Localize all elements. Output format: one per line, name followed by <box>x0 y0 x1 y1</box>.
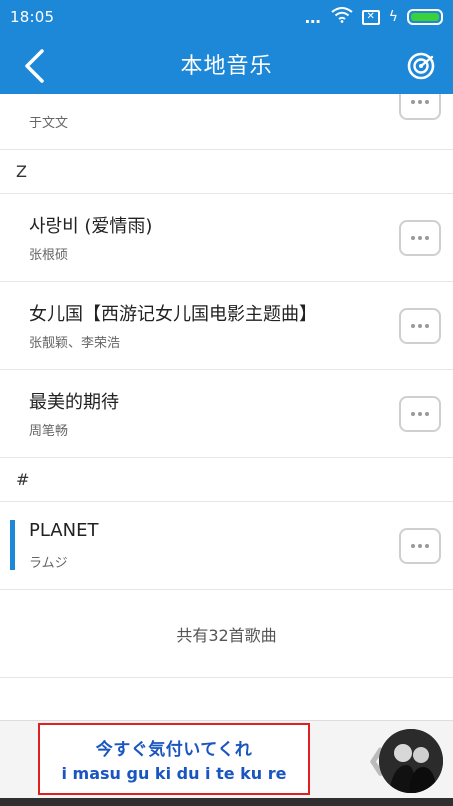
status-icons: … ✕ ϟ <box>305 7 443 27</box>
bottom-edge <box>0 798 453 806</box>
song-title: PLANET <box>29 520 99 541</box>
song-artist: 于文文 <box>29 116 69 131</box>
more-options-button[interactable] <box>399 528 441 564</box>
battery-icon <box>407 9 443 25</box>
mini-player[interactable]: 今すぐ気付いてくれ i masu gu ki du i te ku re ❮ <box>0 720 453 806</box>
section-header-hash: # <box>0 458 453 502</box>
song-title: 女儿国【西游记女儿国电影主题曲】 <box>29 304 317 325</box>
more-options-button[interactable] <box>399 94 441 120</box>
lyric-line: 今すぐ気付いてくれ <box>95 740 253 760</box>
song-artist: 张靓颖、李荣浩 <box>29 336 121 351</box>
song-list[interactable]: 于文文 Z 사랑비 (爱情雨) 张根硕 女儿国【西游记女儿国电影主题曲】 张靓颖… <box>0 94 453 720</box>
list-item[interactable]: 女儿国【西游记女儿国电影主题曲】 张靓颖、李荣浩 <box>0 282 453 370</box>
song-artist: ラムジ <box>29 556 68 571</box>
app-root: 18:05 … ✕ ϟ 本地音乐 于文文 Z 사랑비 (爱情雨) 张根硕 女儿国… <box>0 0 453 806</box>
list-item[interactable]: 사랑비 (爱情雨) 张根硕 <box>0 194 453 282</box>
song-artist: 张根硕 <box>29 248 69 263</box>
list-item-active[interactable]: PLANET ラムジ <box>0 502 453 590</box>
list-item[interactable]: 最美的期待 周笔畅 <box>0 370 453 458</box>
page-title: 本地音乐 <box>180 54 273 79</box>
app-bar: 本地音乐 <box>0 34 453 94</box>
list-footer: 共有32首歌曲 <box>0 590 453 678</box>
song-title: 사랑비 (爱情雨) <box>29 216 153 237</box>
locate-song-button[interactable] <box>401 46 441 86</box>
album-cover[interactable] <box>379 729 443 793</box>
status-time: 18:05 <box>10 8 55 26</box>
more-options-button[interactable] <box>399 308 441 344</box>
song-count: 共有32首歌曲 <box>176 626 277 645</box>
list-item[interactable]: 于文文 <box>0 94 453 150</box>
status-bar: 18:05 … ✕ ϟ <box>0 0 453 34</box>
radar-icon <box>407 52 435 80</box>
more-options-button[interactable] <box>399 396 441 432</box>
song-artist: 周笔畅 <box>29 424 69 439</box>
back-button[interactable] <box>14 46 54 86</box>
charging-icon: ϟ <box>388 9 398 25</box>
more-indicator-icon: … <box>304 7 322 27</box>
album-art-image <box>379 729 443 793</box>
chevron-left-icon <box>25 49 44 83</box>
more-options-button[interactable] <box>399 220 441 256</box>
song-title: 最美的期待 <box>29 392 119 413</box>
now-playing-indicator <box>10 520 15 570</box>
sim-icon: ✕ <box>361 9 380 25</box>
wifi-icon <box>331 7 353 27</box>
lyric-romaji-line: i masu gu ki du i te ku re <box>61 764 287 783</box>
lyrics-display[interactable]: 今すぐ気付いてくれ i masu gu ki du i te ku re <box>38 723 310 795</box>
section-header-z: Z <box>0 150 453 194</box>
